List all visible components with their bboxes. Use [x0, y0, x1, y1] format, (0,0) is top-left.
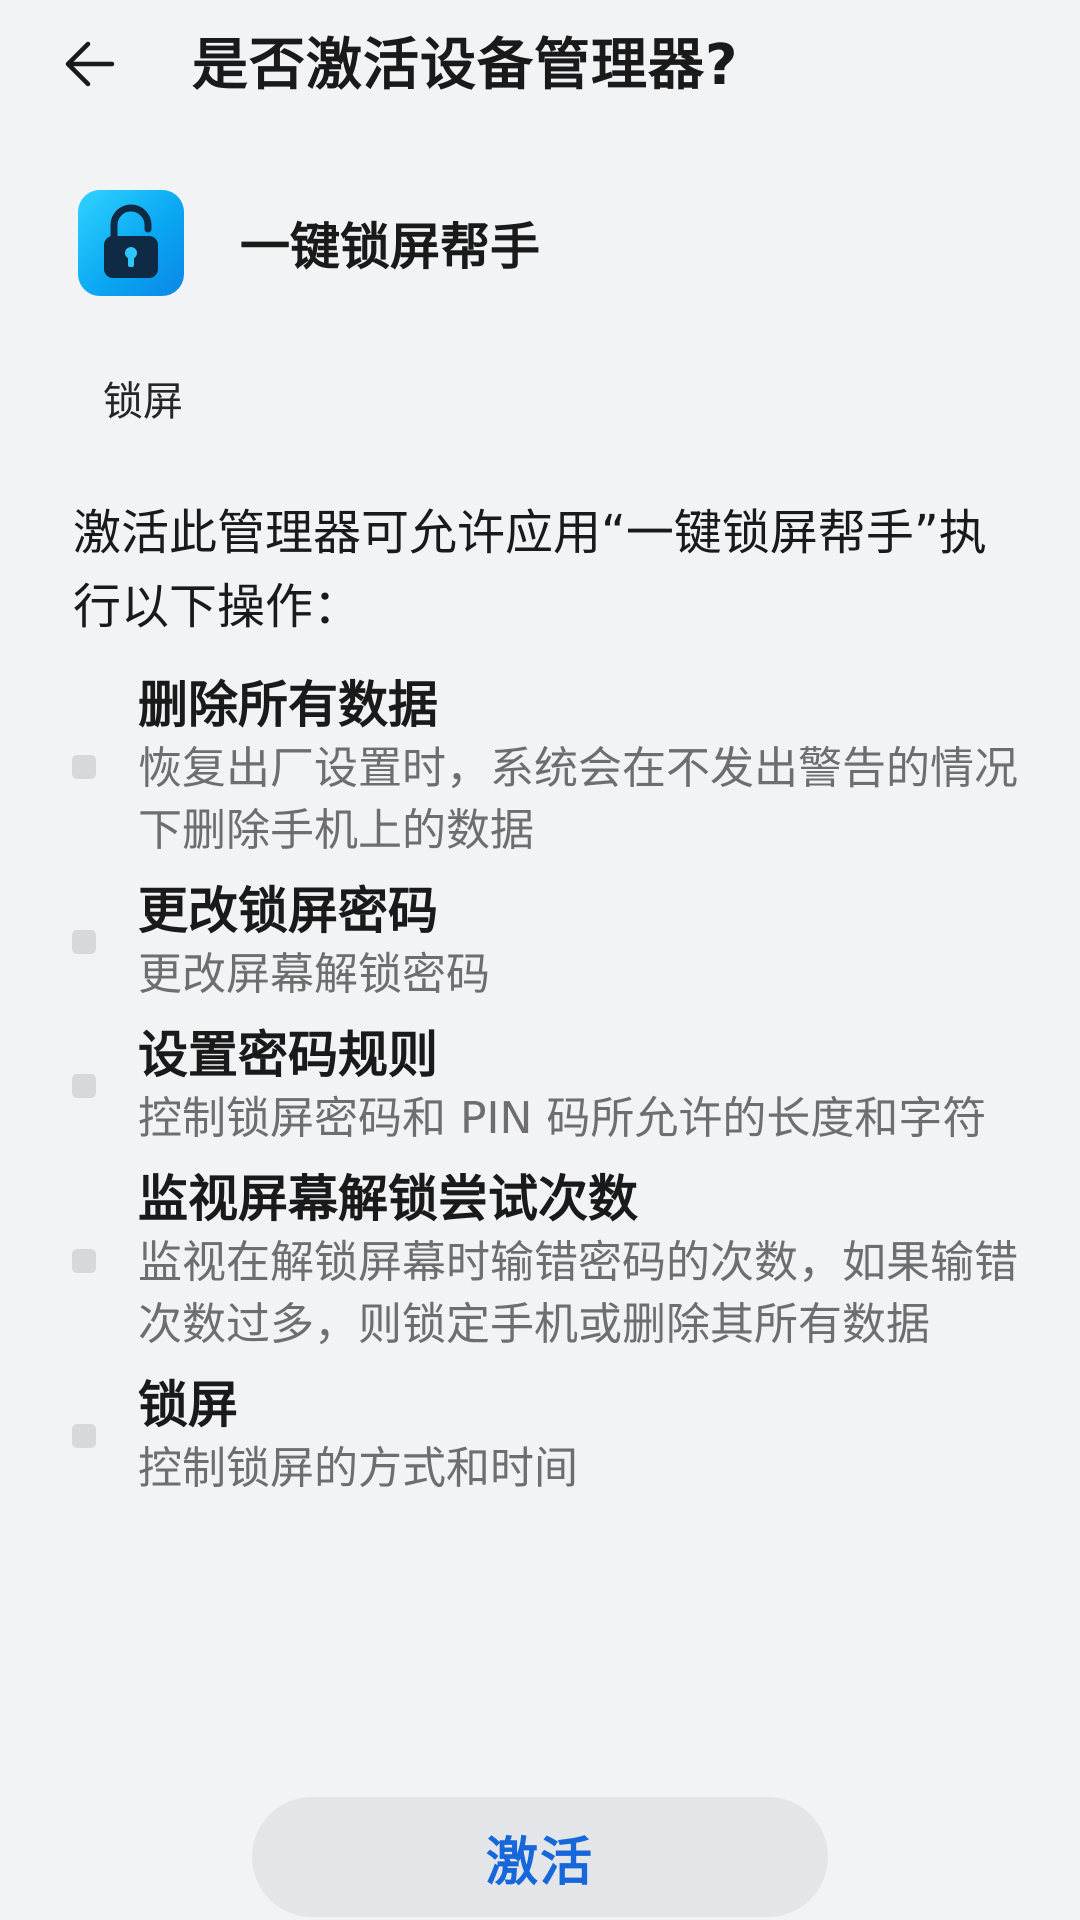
permission-description: 监视在解锁屏幕时输错密码的次数，如果输错次数过多，则锁定手机或删除其所有数据 — [138, 1237, 1018, 1350]
bullet-icon — [72, 755, 96, 779]
permission-item-watch-login: 监视屏幕解锁尝试次数 监视在解锁屏幕时输错密码的次数，如果输错次数过多，则锁定手… — [0, 1166, 1080, 1356]
bullet-icon — [72, 1249, 96, 1273]
permission-list: 删除所有数据 恢复出厂设置时，系统会在不发出警告的情况下删除手机上的数据 更改锁… — [0, 672, 1080, 1516]
permission-description: 控制锁屏密码和 PIN 码所允许的长度和字符 — [138, 1093, 987, 1144]
permission-title: 锁屏 — [138, 1376, 238, 1434]
app-icon — [78, 190, 184, 296]
permission-title: 删除所有数据 — [138, 676, 438, 734]
padlock-icon — [104, 204, 158, 278]
activate-button[interactable]: 激活 — [252, 1797, 828, 1917]
back-button[interactable] — [62, 26, 152, 102]
permission-item-wipe-data: 删除所有数据 恢复出厂设置时，系统会在不发出警告的情况下删除手机上的数据 — [0, 672, 1080, 862]
admin-label: 锁屏 — [103, 379, 183, 425]
app-info-row: 一键锁屏帮手 — [78, 190, 540, 296]
permission-title: 更改锁屏密码 — [138, 882, 438, 940]
arrow-left-icon — [65, 41, 115, 87]
permission-title: 设置密码规则 — [138, 1026, 438, 1084]
bullet-icon — [72, 1074, 96, 1098]
activate-button-label: 激活 — [485, 1832, 594, 1893]
header-bar: 是否激活设备管理器? — [0, 0, 1080, 130]
page-title: 是否激活设备管理器? — [192, 33, 739, 98]
bullet-icon — [72, 930, 96, 954]
permission-description: 控制锁屏的方式和时间 — [138, 1443, 578, 1494]
app-name: 一键锁屏帮手 — [240, 218, 540, 276]
permission-description: 更改屏幕解锁密码 — [138, 949, 490, 1000]
permission-item-lock-screen: 锁屏 控制锁屏的方式和时间 — [0, 1372, 1080, 1500]
intro-text: 激活此管理器可允许应用“一键锁屏帮手”执行以下操作： — [73, 505, 987, 635]
bullet-icon — [72, 1424, 96, 1448]
permission-item-change-password: 更改锁屏密码 更改屏幕解锁密码 — [0, 878, 1080, 1006]
permission-item-password-rules: 设置密码规则 控制锁屏密码和 PIN 码所允许的长度和字符 — [0, 1022, 1080, 1150]
permission-title: 监视屏幕解锁尝试次数 — [138, 1170, 638, 1228]
permission-description: 恢复出厂设置时，系统会在不发出警告的情况下删除手机上的数据 — [138, 743, 1018, 856]
